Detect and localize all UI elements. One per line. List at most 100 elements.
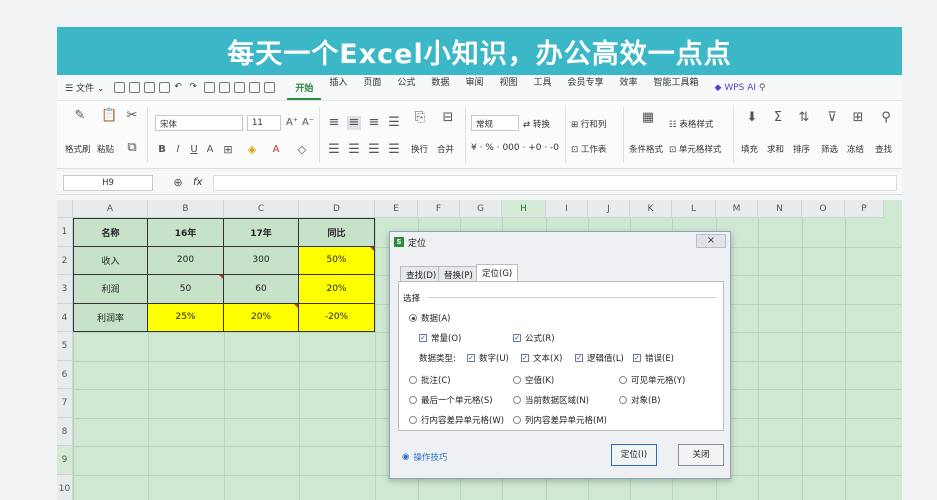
column-header[interactable]: M	[716, 200, 758, 218]
fill-icon[interactable]: ⬇	[745, 111, 759, 125]
tab-menu-2[interactable]: 页面	[355, 75, 389, 100]
align-top-icon[interactable]: ≡	[327, 116, 341, 130]
zoom-icon[interactable]: ⊕	[171, 176, 185, 190]
bold-icon[interactable]: B	[155, 143, 169, 157]
wrap-icon[interactable]: ⎘	[413, 111, 427, 125]
tab-menu-3[interactable]: 公式	[389, 75, 423, 100]
blank-radio[interactable]: 空值(K)	[513, 374, 554, 386]
table-cell[interactable]: 60	[224, 275, 299, 304]
row-header[interactable]: 8	[57, 417, 73, 446]
freeze-icon[interactable]: ⊞	[851, 111, 865, 125]
decrease-font-icon[interactable]: A⁻	[301, 116, 315, 130]
column-header[interactable]: B	[148, 200, 224, 218]
font-name-select[interactable]: 宋体	[155, 115, 243, 131]
select-all-corner[interactable]	[57, 200, 73, 218]
formula-checkbox[interactable]: ✓ 公式(R)	[513, 332, 555, 344]
close-icon[interactable]: ×	[696, 234, 726, 248]
tab-replace[interactable]: 替换(P)	[438, 266, 479, 282]
increase-font-icon[interactable]: A⁺	[285, 116, 299, 130]
tab-menu-7[interactable]: 工具	[525, 75, 559, 100]
column-header[interactable]: P	[845, 200, 884, 218]
close-button[interactable]: 关闭	[678, 444, 724, 466]
text-checkbox[interactable]: ✓ 文本(X)	[521, 352, 562, 364]
align-center-icon[interactable]: ☰	[347, 143, 361, 157]
find-icon[interactable]: ⚲	[879, 111, 893, 125]
table-cell[interactable]: 200	[148, 246, 224, 275]
row-header[interactable]: 9	[57, 446, 73, 475]
format-painter-icon[interactable]: ✎	[73, 109, 87, 123]
cut-icon[interactable]: ✂	[125, 109, 139, 123]
row-header[interactable]: 6	[57, 360, 73, 389]
logical-checkbox[interactable]: ✓ 逻辑值(L)	[575, 352, 624, 364]
row-header[interactable]: 2	[57, 246, 73, 275]
sort-icon[interactable]: ⇅	[797, 111, 811, 125]
table-cell[interactable]: 20%	[299, 275, 375, 304]
column-header[interactable]: G	[460, 200, 502, 218]
column-header[interactable]: L	[672, 200, 716, 218]
table-cell[interactable]: 50%	[299, 246, 375, 275]
tab-menu-1[interactable]: 插入	[321, 75, 355, 100]
justify-icon[interactable]: ☰	[387, 143, 401, 157]
visible-radio[interactable]: 可见单元格(Y)	[619, 374, 685, 386]
table-cell[interactable]: 300	[224, 246, 299, 275]
number-buttons[interactable]: ¥ · % · 000 · +0 · -0	[471, 143, 559, 153]
find-button[interactable]: 查找	[875, 143, 892, 155]
worksheet-button[interactable]: ⊡ 工作表	[571, 143, 606, 155]
print-preview-icon[interactable]	[129, 82, 141, 93]
search-icon[interactable]: ⚲	[759, 83, 766, 93]
redo-icon[interactable]: ↷	[189, 82, 200, 93]
cell-style-button[interactable]: ⊡ 单元格样式	[669, 143, 721, 155]
table-cell[interactable]: 20%	[224, 303, 299, 332]
column-header[interactable]: C	[224, 200, 299, 218]
merge-icon[interactable]: ⊟	[441, 111, 455, 125]
column-header[interactable]: A	[73, 200, 148, 218]
copy-icon[interactable]: ⧉	[125, 141, 139, 155]
column-header[interactable]: E	[375, 200, 418, 218]
table-cell[interactable]: 50	[148, 275, 224, 304]
column-header[interactable]: J	[588, 200, 630, 218]
number-checkbox[interactable]: ✓ 数字(U)	[467, 352, 509, 364]
tab-menu-9[interactable]: 效率	[612, 75, 646, 100]
number-format-select[interactable]: 常规	[471, 115, 519, 131]
tab-find[interactable]: 查找(D)	[400, 266, 443, 282]
underline-icon[interactable]: U	[187, 143, 201, 157]
clear-icon[interactable]: ◇	[295, 143, 309, 157]
data-radio[interactable]: 数据(A)	[409, 312, 450, 324]
file-menu[interactable]: ☰ 文件 ⌄	[57, 81, 112, 94]
constant-checkbox[interactable]: ✓ 常量(O)	[419, 332, 461, 344]
indent-icon[interactable]: ☰	[387, 116, 401, 130]
row-header[interactable]: 1	[57, 218, 73, 247]
tab-menu-10[interactable]: 智能工具箱	[646, 75, 707, 100]
fill-button[interactable]: 填充	[741, 143, 758, 155]
col-diff-radio[interactable]: 列内容差异单元格(M)	[513, 414, 607, 426]
table-cell[interactable]: 17年	[224, 218, 299, 247]
fx-icon[interactable]: fx	[193, 177, 202, 188]
align-left-icon[interactable]: ☰	[327, 143, 341, 157]
table-cell[interactable]: 利润率	[73, 303, 148, 332]
comment-radio[interactable]: 批注(C)	[409, 374, 451, 386]
align-middle-icon[interactable]: ≡	[347, 116, 361, 130]
table-cell[interactable]: 同比	[299, 218, 375, 247]
tips-link[interactable]: ◉ 操作技巧	[402, 451, 447, 463]
font-color-icon[interactable]: A	[269, 143, 283, 157]
table-style-button[interactable]: ☷ 表格样式	[669, 118, 713, 130]
row-header[interactable]: 3	[57, 275, 73, 304]
column-header[interactable]: D	[299, 200, 375, 218]
error-checkbox[interactable]: ✓ 错误(E)	[633, 352, 674, 364]
shape-icon[interactable]	[234, 82, 246, 93]
merge-button[interactable]: 合并	[437, 143, 454, 155]
name-box[interactable]: H9	[63, 175, 153, 191]
formula-input[interactable]	[213, 175, 897, 191]
paste-button[interactable]: 粘贴	[97, 143, 114, 155]
table-cell[interactable]: 25%	[148, 303, 224, 332]
font-size-select[interactable]: 11	[247, 115, 281, 131]
align-right-icon[interactable]: ☰	[367, 143, 381, 157]
column-header[interactable]: F	[418, 200, 460, 218]
align-bottom-icon[interactable]: ≡	[367, 116, 381, 130]
column-header[interactable]: N	[758, 200, 802, 218]
row-header[interactable]: 5	[57, 332, 73, 361]
row-header[interactable]: 4	[57, 303, 73, 332]
table-cell[interactable]: 16年	[148, 218, 224, 247]
tab-menu-8[interactable]: 会员专享	[559, 75, 611, 100]
tab-menu-4[interactable]: 数据	[423, 75, 457, 100]
